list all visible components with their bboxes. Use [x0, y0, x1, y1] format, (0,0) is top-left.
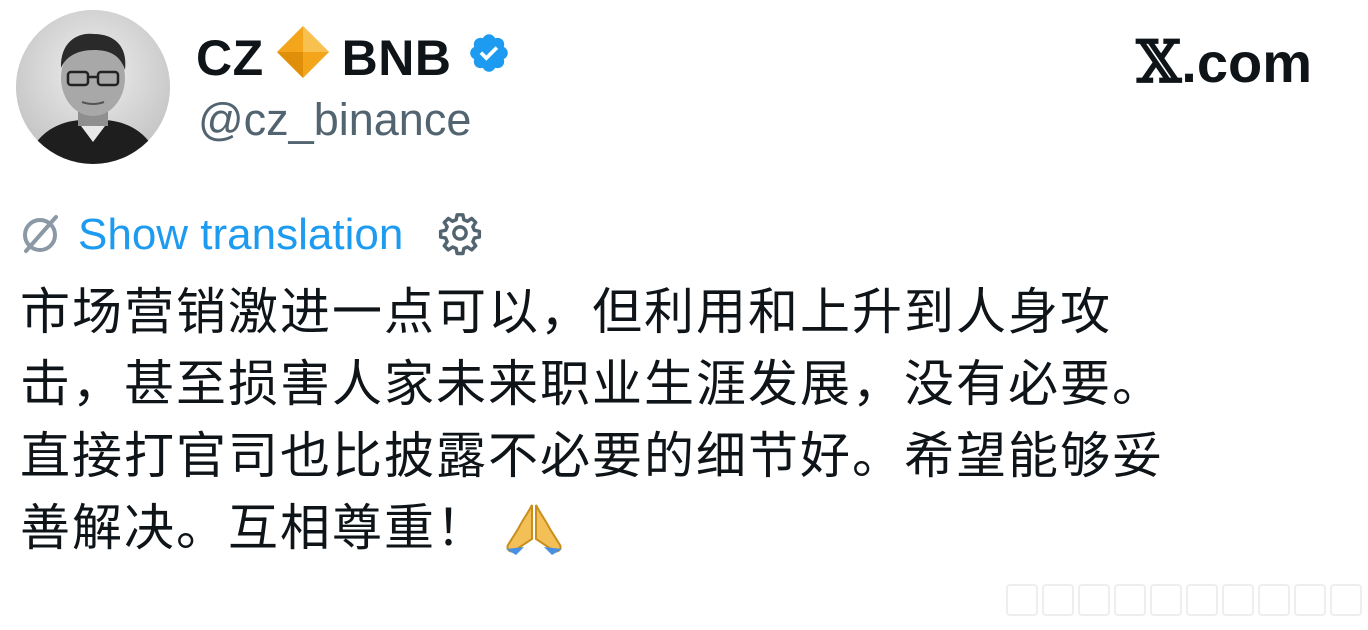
watermark-block [1294, 584, 1326, 616]
tweet-line-4: 善解决。互相尊重！ [20, 499, 488, 557]
avatar[interactable] [16, 10, 170, 164]
watermark-block [1330, 584, 1362, 616]
watermark-block [1186, 584, 1218, 616]
watermark-block [1006, 584, 1038, 616]
translation-row: Show translation [18, 205, 483, 265]
folded-hands-icon [502, 499, 566, 574]
x-com-watermark: 𝕏 .com [1136, 28, 1312, 96]
author-name: CZ [196, 30, 264, 86]
display-name[interactable]: CZ BNB [196, 26, 511, 90]
tweet-line-4-wrap: 善解决。互相尊重！ [20, 492, 1340, 574]
gear-icon[interactable] [437, 210, 483, 261]
x-logo-icon: 𝕏 [1136, 28, 1182, 96]
brand-label: .com [1181, 30, 1312, 94]
watermark-block [1258, 584, 1290, 616]
translate-icon [18, 211, 62, 260]
tweet-text: 市场营销激进一点可以，但利用和上升到人身攻 击，甚至损害人家未来职业生涯发展，没… [20, 276, 1340, 574]
diamond-icon [274, 23, 332, 93]
watermark-block [1042, 584, 1074, 616]
watermark-block [1114, 584, 1146, 616]
tweet-line-3: 直接打官司也比披露不必要的细节好。希望能够妥 [20, 427, 1164, 485]
tweet-line-1: 市场营销激进一点可以，但利用和上升到人身攻 [20, 283, 1112, 341]
show-translation-link[interactable]: Show translation [78, 210, 403, 260]
corner-watermark [1006, 584, 1362, 616]
author-name-suffix: BNB [341, 30, 452, 86]
tweet-line-2: 击，甚至损害人家未来职业生涯发展，没有必要。 [20, 355, 1164, 413]
author-handle[interactable]: @cz_binance [198, 94, 471, 146]
profile-photo [16, 10, 170, 164]
watermark-block [1078, 584, 1110, 616]
watermark-block [1150, 584, 1182, 616]
verified-badge-icon [467, 29, 511, 87]
watermark-block [1222, 584, 1254, 616]
